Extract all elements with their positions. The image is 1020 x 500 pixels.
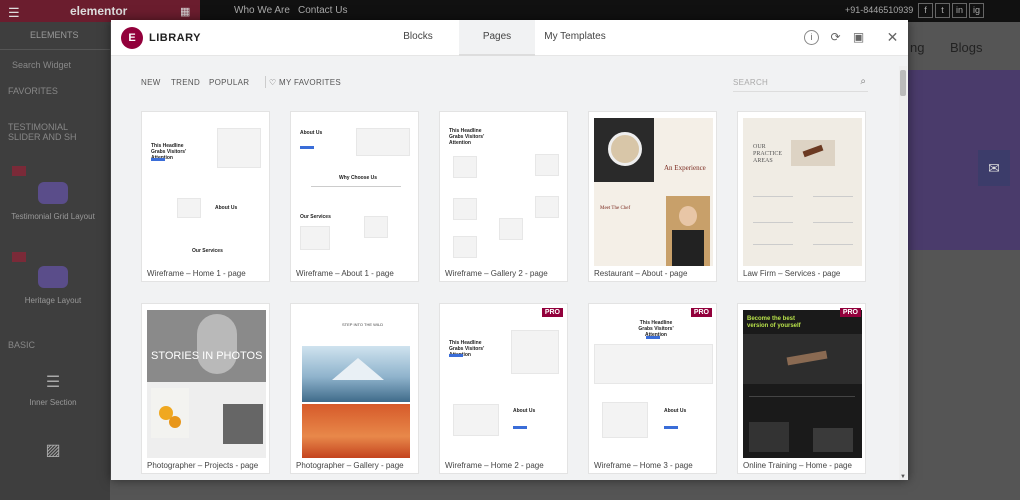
widget-inner-section[interactable]: ☰ Inner Section <box>8 372 98 407</box>
template-preview: STORIES IN PHOTOS <box>147 310 266 458</box>
nav-item-blogs[interactable]: Blogs <box>950 40 983 55</box>
template-preview: This Headline Grabs Visitors' Attention <box>445 118 564 266</box>
bw-photo <box>147 310 266 382</box>
heart-icon: ♡ <box>269 78 277 87</box>
template-preview: STEP INTO THE WILD <box>296 310 415 458</box>
linkedin-icon[interactable]: in <box>952 3 967 18</box>
scrollbar-thumb[interactable] <box>900 70 906 96</box>
template-search: ⌕ <box>733 74 868 92</box>
apps-grid-icon[interactable]: ▦ <box>180 5 190 18</box>
sync-icon[interactable]: ⟳ <box>828 30 843 45</box>
elementor-logo-icon: E <box>121 27 143 49</box>
tab-pages[interactable]: Pages <box>459 20 535 56</box>
mountain-photo <box>302 346 410 402</box>
inner-section-icon: ☰ <box>45 374 61 391</box>
template-preview: This Headline Grabs Visitors' Attention … <box>445 310 564 458</box>
template-card[interactable]: This Headline Grabs Visitors' Attention … <box>439 111 568 282</box>
template-card[interactable]: This Headline Grabs Visitors' Attention … <box>141 111 270 282</box>
template-preview: This Headline Grabs Visitors' Attention … <box>594 310 713 458</box>
nav-link-contact-us[interactable]: Contact Us <box>298 5 347 16</box>
template-card[interactable]: About Us Why Choose Us Our Services Wire… <box>290 111 419 282</box>
section-testimonial: TESTIMONIAL SLIDER AND SH <box>8 122 77 142</box>
filter-new[interactable]: NEW <box>141 78 161 87</box>
food-photo <box>594 118 654 182</box>
pro-badge: PRO <box>839 308 861 317</box>
twitter-icon[interactable]: t <box>935 3 950 18</box>
elements-tab[interactable]: ELEMENTS <box>0 22 110 50</box>
template-card[interactable]: This Headline Grabs Visitors' Attention … <box>439 303 568 474</box>
template-card[interactable]: STORIES IN PHOTOS Photographer – Project… <box>141 303 270 474</box>
modal-scrollbar[interactable]: ▼ <box>899 66 907 480</box>
template-card[interactable]: Become the best version of yourself PRO … <box>737 303 866 474</box>
editor-topbar: ☰ elementor ▦ Who We Are Contact Us +91-… <box>0 0 1020 22</box>
widget-testimonial-grid[interactable]: Testimonial Grid Layout <box>8 182 98 221</box>
section-basic: BASIC <box>8 340 36 350</box>
chef-photo <box>666 196 710 266</box>
filter-my-favorites[interactable]: ♡ MY FAVORITES <box>269 78 341 87</box>
sunset-photo <box>302 404 410 458</box>
template-preview: About Us Why Choose Us Our Services <box>296 118 415 266</box>
search-input[interactable] <box>733 74 843 90</box>
widget-badge <box>12 252 26 262</box>
template-preview: OUR PRACTICE AREAS <box>743 118 862 266</box>
template-card[interactable]: OUR PRACTICE AREAS Law Firm – Services -… <box>737 111 866 282</box>
modal-header: E LIBRARY Blocks Pages My Templates i ⟳ … <box>111 20 908 56</box>
phone-number: +91-8446510939 <box>845 5 914 15</box>
template-preview: Become the best version of yourself <box>743 310 862 458</box>
pro-badge: PRO <box>541 308 563 317</box>
nav-item[interactable]: ng <box>910 40 924 55</box>
athlete-photo <box>743 334 862 384</box>
facebook-icon[interactable]: f <box>918 3 933 18</box>
filter-trend[interactable]: TREND <box>171 78 200 87</box>
elementor-brand: elementor <box>70 4 128 18</box>
bw-photo-2 <box>223 404 263 444</box>
modal-title: LIBRARY <box>149 32 201 44</box>
template-preview: An Experience Meet The Chef <box>594 118 713 266</box>
scroll-down-arrow[interactable]: ▼ <box>899 474 907 480</box>
template-card[interactable]: This Headline Grabs Visitors' Attention … <box>588 303 717 474</box>
hamburger-menu-icon[interactable]: ☰ <box>8 5 20 21</box>
tab-blocks[interactable]: Blocks <box>387 20 449 56</box>
filter-popular[interactable]: POPULAR <box>209 78 249 87</box>
widget-badge <box>12 166 26 176</box>
search-icon[interactable]: ⌕ <box>860 76 866 87</box>
section-favorites: FAVORITES <box>8 86 58 96</box>
template-library-modal: E LIBRARY Blocks Pages My Templates i ⟳ … <box>111 20 908 480</box>
info-icon[interactable]: i <box>804 30 819 45</box>
filter-divider <box>265 76 266 88</box>
instagram-icon[interactable]: ig <box>969 3 984 18</box>
template-preview: This Headline Grabs Visitors' Attention … <box>147 118 266 266</box>
orange-photo <box>151 388 189 438</box>
gavel-photo <box>791 140 835 166</box>
testimonial-icon <box>38 182 68 204</box>
widget-search[interactable]: Search Widget <box>8 56 102 74</box>
nav-link-who-we-are[interactable]: Who We Are <box>234 5 290 16</box>
widget-image[interactable]: ▨ <box>8 440 98 460</box>
mail-icon[interactable]: ✉ <box>978 150 1010 186</box>
template-card[interactable]: STEP INTO THE WILD Photographer – Galler… <box>290 303 419 474</box>
widget-heritage-layout[interactable]: Heritage Layout <box>8 266 98 305</box>
pro-badge: PRO <box>690 308 712 317</box>
close-icon[interactable]: ✕ <box>885 30 900 45</box>
elements-sidebar: ELEMENTS Search Widget FAVORITES TESTIMO… <box>0 22 110 500</box>
image-icon: ▨ <box>45 442 61 459</box>
tab-my-templates[interactable]: My Templates <box>539 20 611 56</box>
template-card[interactable]: An Experience Meet The Chef Restaurant –… <box>588 111 717 282</box>
save-icon[interactable]: ▣ <box>851 30 866 45</box>
heritage-icon <box>38 266 68 288</box>
